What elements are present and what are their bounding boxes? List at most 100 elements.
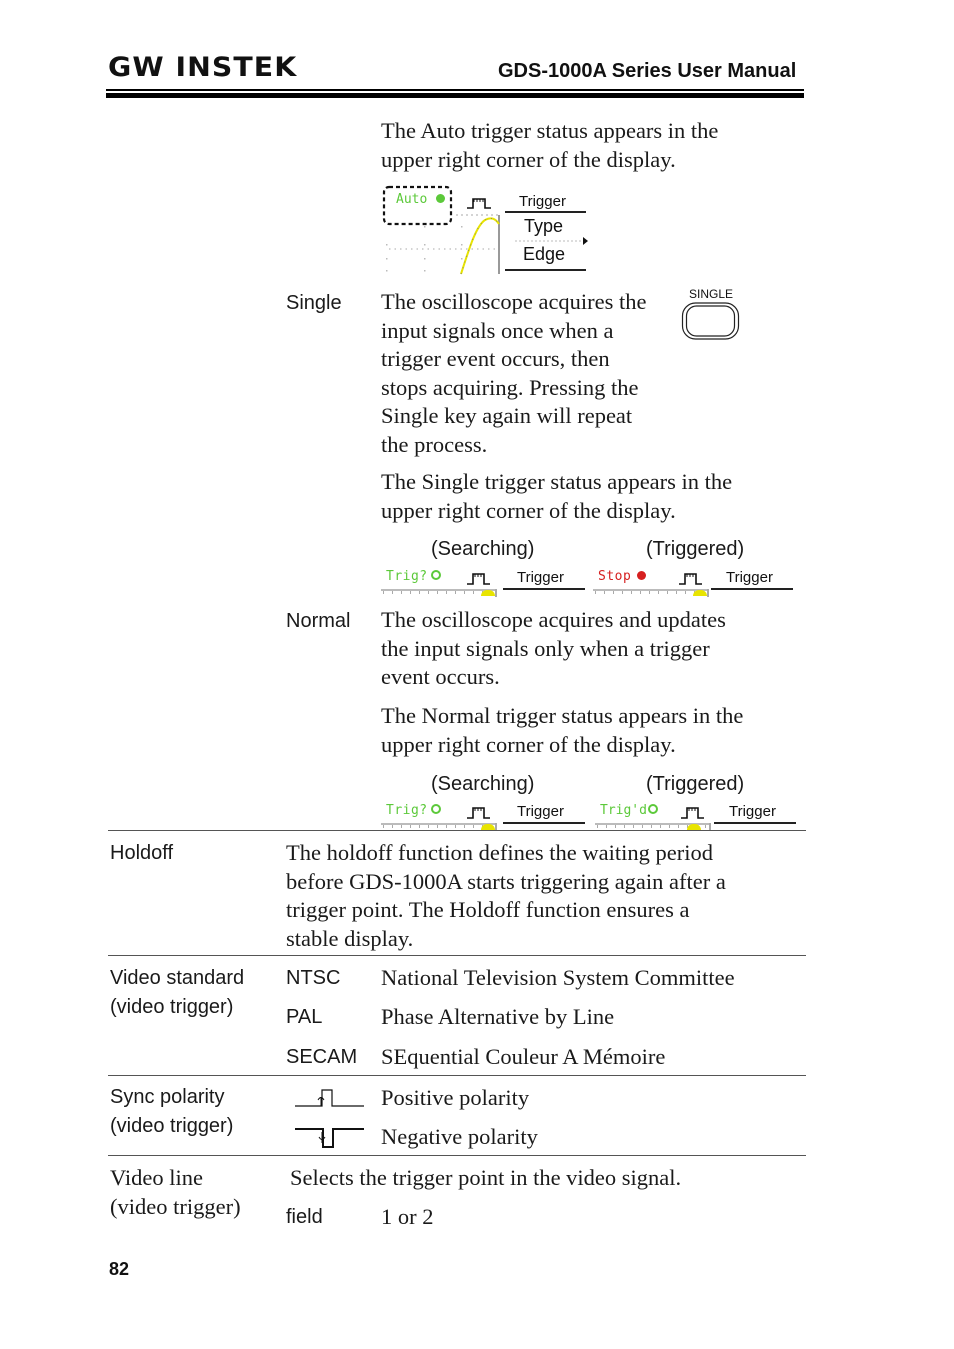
menu-title: Trigger bbox=[519, 193, 566, 210]
single-key: SINGLE bbox=[681, 287, 741, 343]
trigger-label: Trigger bbox=[729, 803, 776, 820]
scale-ticks bbox=[595, 591, 705, 594]
normal-triggered-caption: (Triggered) bbox=[646, 773, 745, 795]
text-line: upper right corner of the display. bbox=[381, 497, 676, 523]
header-rule-thin bbox=[106, 89, 804, 91]
pulse-icon bbox=[467, 807, 490, 819]
normal-description: The oscilloscope acquires and updates th… bbox=[381, 606, 726, 692]
normal-triggered-status-strip: Trig'd Trigger bbox=[595, 803, 805, 831]
status-dot-icon bbox=[436, 194, 446, 203]
trigger-rule bbox=[714, 822, 796, 824]
text-line: Single key again will repeat bbox=[381, 403, 633, 428]
section-divider bbox=[108, 1155, 806, 1156]
text-line: trigger point. The Holdoff function ensu… bbox=[286, 897, 690, 922]
video-standard-value: SEquential Couleur A Mémoire bbox=[381, 1044, 666, 1069]
text-line: The holdoff function defines the waiting… bbox=[286, 840, 713, 865]
holdoff-label: Holdoff bbox=[110, 842, 174, 864]
video-standard-value: Phase Alternative by Line bbox=[381, 1004, 615, 1029]
pulse-icon bbox=[467, 573, 490, 585]
label-line: Video line bbox=[110, 1165, 203, 1190]
pulse-icon bbox=[681, 807, 704, 819]
video-line-field-value: 1 or 2 bbox=[381, 1204, 434, 1229]
auto-trigger-screen-figure: Auto Trigger Type Edge bbox=[381, 184, 596, 276]
status-text: Trig'd bbox=[600, 803, 647, 818]
section-divider bbox=[108, 1075, 806, 1076]
waveform-trace bbox=[460, 217, 500, 275]
negative-polarity-icon bbox=[295, 1128, 364, 1148]
manual-title: GDS-1000A Series User Manual bbox=[498, 60, 797, 82]
scale-end bbox=[495, 589, 497, 597]
auto-status: Auto bbox=[396, 192, 446, 207]
text-line: upper right corner of the display. bbox=[381, 146, 676, 172]
video-standard-key: NTSC bbox=[286, 967, 341, 989]
text-line: The Single trigger status appears in the bbox=[381, 469, 733, 494]
status: Trig'd bbox=[600, 803, 658, 818]
video-standard-key: SECAM bbox=[286, 1046, 358, 1068]
trigger-label: Trigger bbox=[517, 803, 564, 820]
text-line: trigger event occurs, then bbox=[381, 346, 610, 371]
text-line: stable display. bbox=[286, 925, 414, 951]
positive-polarity-icon bbox=[295, 1089, 364, 1107]
status: Trig? bbox=[386, 803, 441, 818]
text-line: The oscilloscope acquires the bbox=[381, 289, 647, 314]
waveform-blip bbox=[693, 590, 707, 596]
status-text: Trig? bbox=[386, 569, 428, 584]
header-rule-thick bbox=[106, 93, 804, 98]
menu-item-value: Edge bbox=[523, 244, 566, 264]
video-standard-label: Video standard (video trigger) bbox=[110, 964, 244, 1021]
text-line: The oscilloscope acquires and updates bbox=[381, 607, 726, 632]
trigger-rule bbox=[503, 822, 585, 824]
video-line-field-key: field bbox=[286, 1206, 323, 1228]
text-line: input signals once when a bbox=[381, 317, 614, 343]
single-label: Single bbox=[286, 292, 342, 314]
single-searching-status-strip: Trig? Trigger bbox=[381, 569, 591, 597]
text-line: the input signals only when a trigger bbox=[381, 635, 710, 661]
status-hollow-dot-icon bbox=[430, 570, 441, 580]
label-line: Sync polarity bbox=[110, 1086, 225, 1108]
normal-searching-status-strip: Trig? Trigger bbox=[381, 803, 591, 831]
text-line: the process. bbox=[381, 431, 488, 457]
sync-polarity-value: Positive polarity bbox=[381, 1085, 530, 1110]
label-line: (video trigger) bbox=[110, 995, 234, 1018]
text-line: before GDS-1000A starts triggering again… bbox=[286, 868, 726, 894]
single-key-icon bbox=[681, 302, 740, 340]
single-description: The oscilloscope acquires the input sign… bbox=[381, 288, 647, 459]
trigger-rule bbox=[711, 588, 793, 590]
single-status-description: The Single trigger status appears in the… bbox=[381, 468, 732, 525]
scale-ticks bbox=[383, 591, 493, 594]
trigger-rule bbox=[503, 588, 585, 590]
auto-description: The Auto trigger status appears in the u… bbox=[381, 117, 718, 174]
text-line: event occurs. bbox=[381, 664, 500, 689]
trigger-label: Trigger bbox=[726, 569, 773, 586]
status: Trig? bbox=[386, 569, 441, 584]
video-line-label: Video line (video trigger) bbox=[110, 1164, 241, 1221]
status-text: Auto bbox=[396, 192, 428, 207]
pulse-icon bbox=[467, 198, 491, 209]
normal-searching-caption: (Searching) bbox=[431, 773, 535, 795]
status-hollow-dot-icon bbox=[430, 804, 441, 814]
status-text: Trig? bbox=[386, 803, 428, 818]
scale-ticks bbox=[383, 825, 493, 828]
sync-polarity-value: Negative polarity bbox=[381, 1124, 538, 1149]
status-hollow-dot-icon bbox=[647, 804, 658, 814]
section-divider bbox=[108, 955, 806, 956]
status: Stop bbox=[598, 569, 647, 584]
label-line: (video trigger) bbox=[110, 1193, 241, 1219]
status-filled-dot-icon bbox=[637, 571, 647, 580]
text-line: The Normal trigger status appears in the bbox=[381, 703, 744, 728]
scale-end bbox=[707, 589, 709, 597]
status-text: Stop bbox=[598, 569, 632, 584]
waveform-blip bbox=[481, 590, 495, 596]
submenu-arrow-icon bbox=[583, 237, 588, 245]
video-standard-value: National Television System Committee bbox=[381, 965, 735, 990]
brand-logo: GW INSTEK bbox=[108, 52, 298, 83]
section-divider bbox=[108, 830, 806, 831]
sync-polarity-label: Sync polarity (video trigger) bbox=[110, 1083, 233, 1140]
holdoff-description: The holdoff function defines the waiting… bbox=[286, 839, 726, 953]
normal-status-description: The Normal trigger status appears in the… bbox=[381, 702, 743, 759]
label-line: (video trigger) bbox=[110, 1114, 234, 1137]
text-line: stops acquiring. Pressing the bbox=[381, 374, 639, 400]
single-triggered-caption: (Triggered) bbox=[646, 538, 745, 560]
menu-item-label: Type bbox=[524, 216, 564, 236]
pulse-icon bbox=[679, 573, 702, 585]
